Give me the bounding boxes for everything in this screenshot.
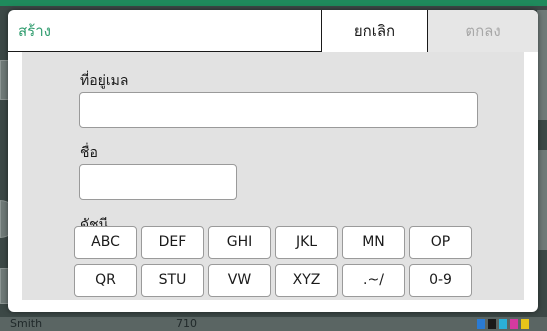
ok-button[interactable]: ตกลง [428, 10, 538, 52]
index-key[interactable]: STU [141, 264, 204, 297]
background-header-strip [0, 0, 547, 6]
name-field[interactable] [79, 164, 237, 200]
index-key[interactable]: JKL [275, 226, 338, 259]
index-key[interactable]: VW [208, 264, 271, 297]
background-user-name: Smith [10, 317, 43, 330]
index-key[interactable]: XYZ [275, 264, 338, 297]
background-status-icons [477, 319, 529, 329]
create-dialog: สร้าง ยกเลิก ตกลง ที่อยู่เมล ชื่อ ดัชนี … [8, 10, 538, 312]
email-field[interactable] [79, 92, 478, 128]
index-key[interactable]: QR [74, 264, 137, 297]
status-icon [510, 319, 518, 329]
dialog-body: ที่อยู่เมล ชื่อ ดัชนี [22, 52, 524, 300]
name-label: ชื่อ [80, 145, 98, 161]
dialog-title: สร้าง [18, 22, 51, 40]
index-key[interactable]: OP [409, 226, 472, 259]
index-key[interactable]: DEF [141, 226, 204, 259]
status-icon [488, 319, 496, 329]
dialog-header: สร้าง ยกเลิก ตกลง [8, 10, 538, 52]
status-icon [499, 319, 507, 329]
cancel-button[interactable]: ยกเลิก [321, 10, 428, 52]
index-key[interactable]: MN [342, 226, 405, 259]
background-status-bar [0, 317, 547, 331]
background-scrollbar [537, 150, 547, 250]
background-scrollbar [537, 10, 547, 120]
index-key[interactable]: 0-9 [409, 264, 472, 297]
status-icon [477, 319, 485, 329]
background-code: 710 [176, 317, 197, 330]
index-key[interactable]: ABC [74, 226, 137, 259]
index-key[interactable]: .~/ [342, 264, 405, 297]
index-key[interactable]: GHI [208, 226, 271, 259]
email-label: ที่อยู่เมล [80, 73, 129, 89]
status-icon [521, 319, 529, 329]
